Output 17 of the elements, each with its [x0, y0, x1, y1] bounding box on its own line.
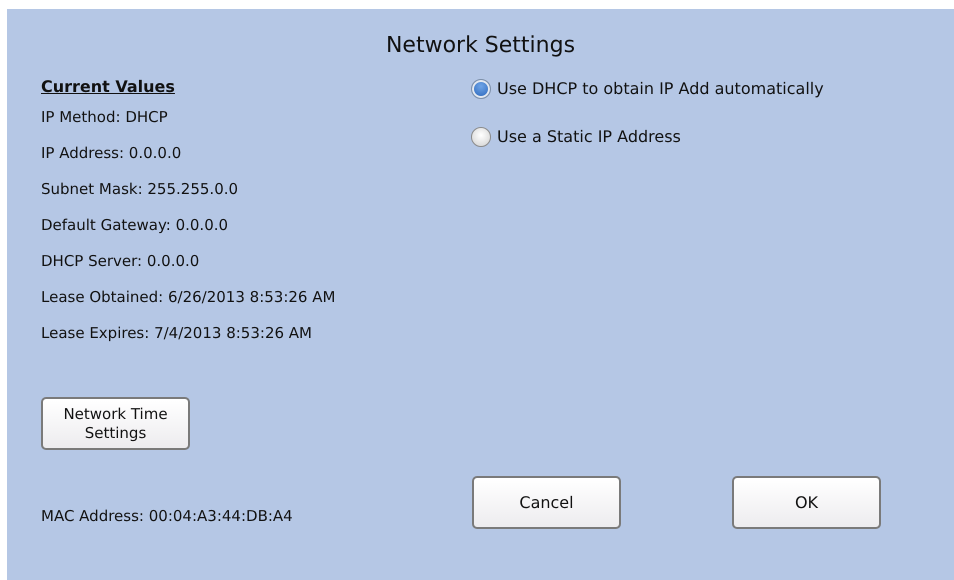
radio-label[interactable]: Use a Static IP Address: [497, 127, 681, 146]
value-text: Lease Expires: 7/4/2013 8:53:26 AM: [41, 323, 314, 344]
radio-button[interactable]: [471, 79, 491, 99]
dialog-button[interactable]: Cancel: [472, 476, 621, 529]
mac-address-text: MAC Address: 00:04:A3:44:DB:A4: [41, 507, 294, 527]
value-text: IP Method: DHCP: [41, 107, 169, 128]
dialog-title: Network Settings: [384, 33, 576, 60]
dialog-button[interactable]: OK: [732, 476, 881, 529]
network-time-button[interactable]: Network Time Settings: [41, 397, 190, 450]
radio-button[interactable]: [471, 127, 491, 147]
value-text: Subnet Mask: 255.255.0.0: [41, 179, 240, 200]
value-text: Default Gateway: 0.0.0.0: [41, 215, 230, 236]
value-text: Lease Obtained: 6/26/2013 8:53:26 AM: [41, 287, 336, 308]
value-text: IP Address: 0.0.0.0: [41, 143, 182, 164]
section-heading: Current Values: [41, 77, 176, 98]
value-text: DHCP Server: 0.0.0.0: [41, 251, 200, 272]
radio-label[interactable]: Use DHCP to obtain IP Add automatically: [497, 79, 824, 98]
